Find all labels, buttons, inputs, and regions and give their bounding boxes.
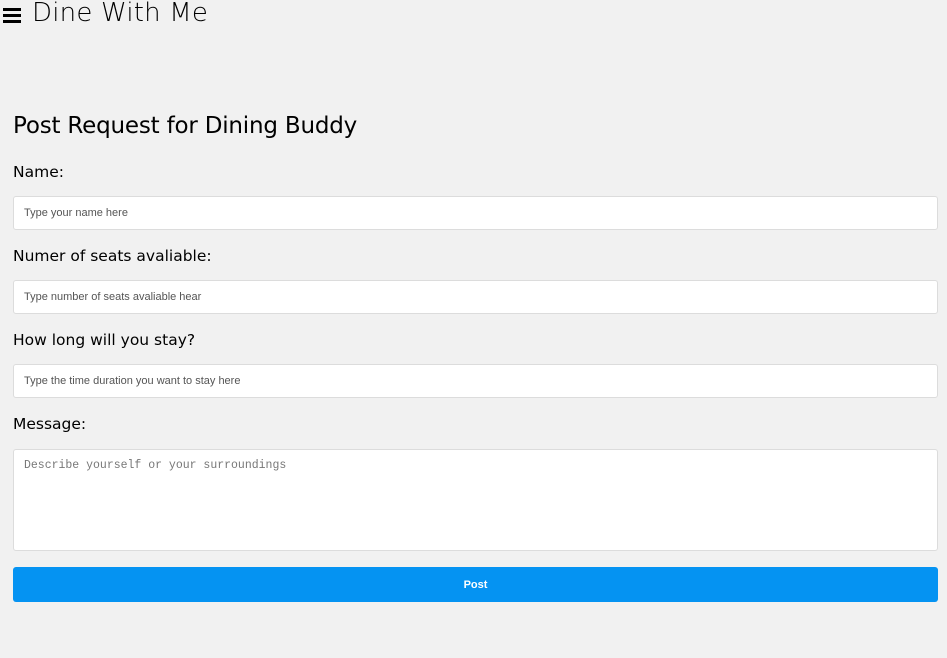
seats-label: Numer of seats avaliable: — [13, 247, 212, 265]
hamburger-menu-icon[interactable] — [3, 0, 21, 28]
message-textarea[interactable] — [13, 449, 938, 551]
name-input[interactable] — [13, 196, 938, 230]
duration-input[interactable] — [13, 364, 938, 398]
seats-input[interactable] — [13, 280, 938, 314]
page-title: Post Request for Dining Buddy — [13, 113, 358, 139]
post-button[interactable]: Post — [13, 567, 938, 602]
app-title: Dine With Me — [32, 0, 209, 28]
app-header: Dine With Me — [0, 0, 208, 28]
name-label: Name: — [13, 163, 64, 181]
post-request-form: Post Request for Dining Buddy Name: Nume… — [13, 112, 938, 602]
message-label: Message: — [13, 415, 87, 433]
duration-label: How long will you stay? — [13, 331, 196, 349]
